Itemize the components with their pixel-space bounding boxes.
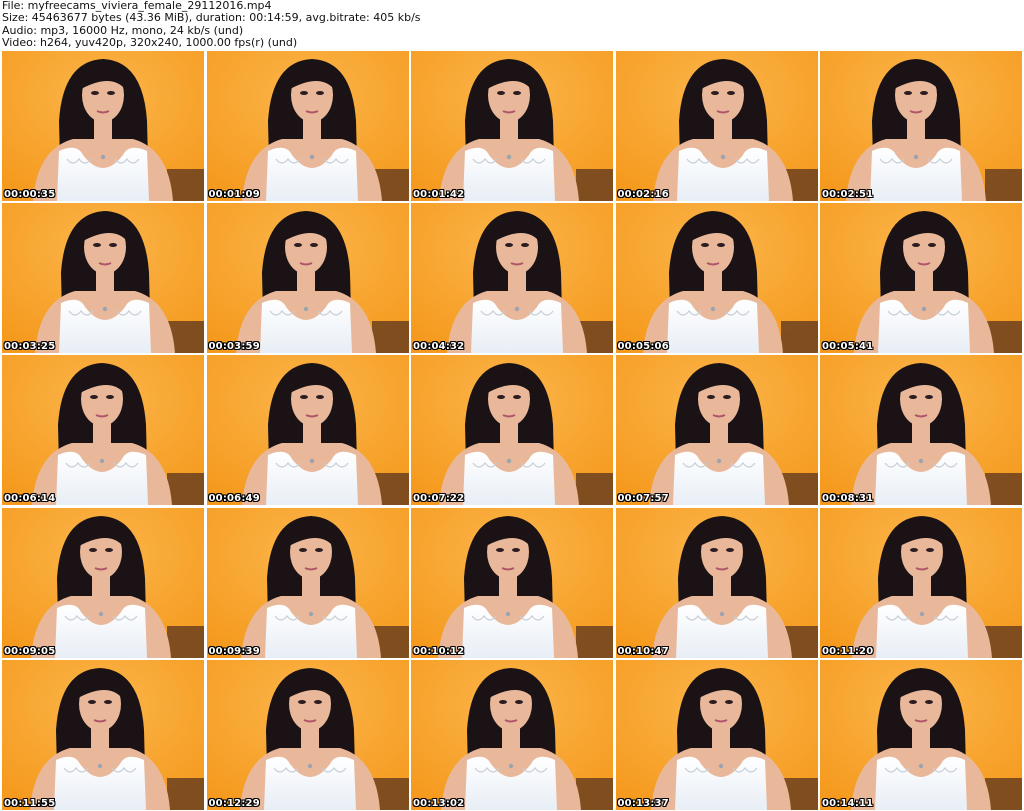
thumbnail-timestamp: 00:08:31	[822, 493, 874, 505]
video-thumbnail[interactable]: 00:13:02	[411, 659, 613, 810]
thumbnail-timestamp: 00:10:12	[413, 645, 465, 657]
webcam-frame-image	[615, 355, 818, 506]
thumbnail-timestamp: 00:05:06	[617, 341, 669, 353]
thumbnail-timestamp: 00:11:20	[822, 645, 874, 657]
video-info-line: Video: h264, yuv420p, 320x240, 1000.00 f…	[2, 36, 298, 50]
video-thumbnail[interactable]: 00:10:12	[411, 507, 613, 658]
video-thumbnail[interactable]: 00:14:11	[820, 659, 1022, 810]
webcam-frame-image	[2, 507, 204, 658]
video-thumbnail[interactable]: 00:12:29	[206, 659, 409, 810]
webcam-frame-image	[206, 355, 409, 506]
webcam-frame-image	[615, 507, 818, 658]
webcam-frame-image	[820, 659, 1022, 810]
thumbnail-timestamp: 00:00:35	[4, 189, 56, 200]
webcam-frame-image	[206, 51, 409, 201]
thumbnail-timestamp: 00:06:14	[4, 493, 56, 505]
video-thumbnail[interactable]: 00:07:22	[411, 355, 613, 506]
video-thumbnail[interactable]: 00:09:39	[206, 507, 409, 658]
webcam-frame-image	[411, 659, 613, 810]
video-thumbnail[interactable]: 00:11:20	[820, 507, 1022, 658]
thumbnail-timestamp: 00:14:11	[822, 797, 874, 809]
video-thumbnail[interactable]: 00:01:42	[411, 51, 613, 201]
thumbnail-timestamp: 00:09:39	[208, 645, 260, 657]
video-thumbnail[interactable]: 00:07:57	[615, 355, 818, 506]
webcam-frame-image	[2, 659, 204, 810]
thumbnail-timestamp: 00:11:55	[4, 797, 56, 809]
thumbnail-timestamp: 00:13:02	[413, 797, 465, 809]
webcam-frame-image	[411, 51, 613, 201]
thumbnail-timestamp: 00:13:37	[617, 797, 669, 809]
video-thumbnail[interactable]: 00:05:41	[820, 203, 1022, 354]
thumbnail-timestamp: 00:10:47	[617, 645, 669, 657]
webcam-frame-image	[411, 355, 613, 506]
video-thumbnail[interactable]: 00:00:35	[2, 51, 204, 201]
webcam-frame-image	[615, 203, 818, 354]
thumbnail-timestamp: 00:06:49	[208, 493, 260, 505]
webcam-frame-image	[411, 203, 613, 354]
video-thumbnail[interactable]: 00:06:49	[206, 355, 409, 506]
webcam-frame-image	[206, 507, 409, 658]
webcam-frame-image	[2, 51, 204, 201]
thumbnail-timestamp: 00:03:25	[4, 341, 56, 353]
thumbnail-timestamp: 00:05:41	[822, 341, 874, 353]
webcam-frame-image	[820, 51, 1022, 201]
webcam-frame-image	[2, 355, 204, 506]
video-thumbnail[interactable]: 00:03:25	[2, 203, 204, 354]
thumbnail-timestamp: 00:01:42	[413, 189, 465, 200]
thumbnail-timestamp: 00:04:32	[413, 341, 465, 353]
webcam-frame-image	[615, 51, 818, 201]
thumbnail-timestamp: 00:03:59	[208, 341, 260, 353]
thumbnail-timestamp: 00:12:29	[208, 797, 260, 809]
thumbnail-timestamp: 00:07:57	[617, 493, 669, 505]
thumbnail-timestamp: 00:01:09	[208, 189, 260, 200]
thumbnail-timestamp: 00:02:16	[617, 189, 669, 200]
video-thumbnail[interactable]: 00:01:09	[206, 51, 409, 201]
thumbnail-timestamp: 00:02:51	[822, 189, 874, 200]
webcam-frame-image	[206, 659, 409, 810]
file-size-line: Size: 45463677 bytes (43.36 MiB), durati…	[2, 11, 421, 25]
video-thumbnail[interactable]: 00:10:47	[615, 507, 818, 658]
video-thumbnail[interactable]: 00:13:37	[615, 659, 818, 810]
webcam-frame-image	[206, 203, 409, 354]
thumbnail-timestamp: 00:07:22	[413, 493, 465, 505]
webcam-frame-image	[2, 203, 204, 354]
video-thumbnail[interactable]: 00:02:51	[820, 51, 1022, 201]
webcam-frame-image	[820, 507, 1022, 658]
video-thumbnail[interactable]: 00:03:59	[206, 203, 409, 354]
thumbnail-grid: 00:00:35 00:01:09 00:01:42 00:02:16 00:0…	[2, 51, 1022, 810]
video-thumbnail[interactable]: 00:05:06	[615, 203, 818, 354]
file-info-header: File: myfreecams_viviera_female_29112016…	[2, 0, 1022, 50]
webcam-frame-image	[615, 659, 818, 810]
thumbnail-timestamp: 00:09:05	[4, 645, 56, 657]
video-thumbnail[interactable]: 00:04:32	[411, 203, 613, 354]
video-thumbnail[interactable]: 00:09:05	[2, 507, 204, 658]
video-thumbnail[interactable]: 00:08:31	[820, 355, 1022, 506]
video-thumbnail[interactable]: 00:02:16	[615, 51, 818, 201]
video-thumbnail[interactable]: 00:06:14	[2, 355, 204, 506]
webcam-frame-image	[820, 203, 1022, 354]
webcam-frame-image	[411, 507, 613, 658]
webcam-frame-image	[820, 355, 1022, 506]
video-thumbnail[interactable]: 00:11:55	[2, 659, 204, 810]
